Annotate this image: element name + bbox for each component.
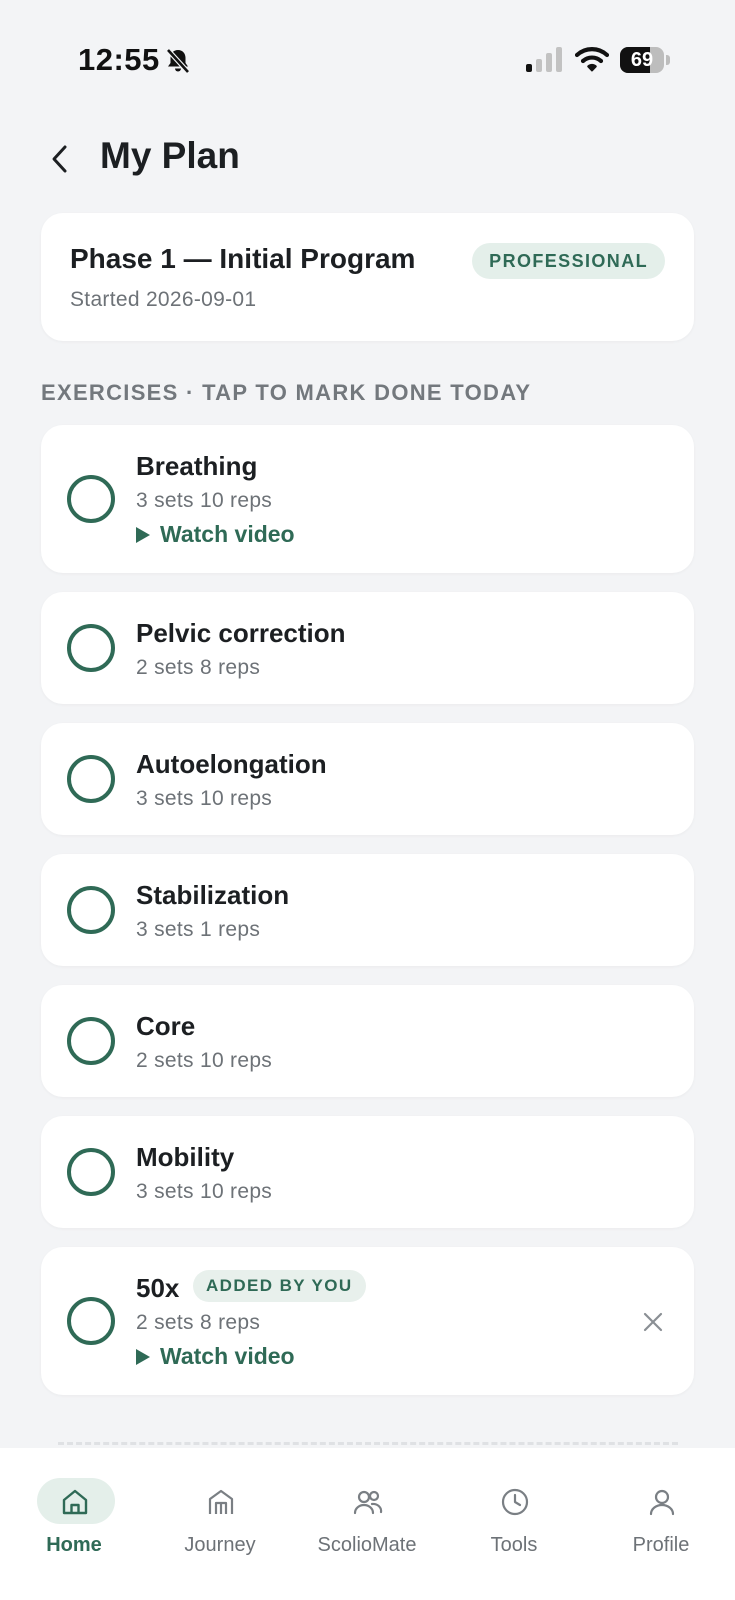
exercise-name: Breathing bbox=[136, 451, 258, 481]
done-checkbox[interactable] bbox=[67, 475, 115, 523]
plan-start-date: Started 2026-09-01 bbox=[70, 288, 257, 311]
chevron-left-icon bbox=[52, 145, 67, 173]
exercise-detail: 2 sets 8 reps bbox=[136, 656, 261, 679]
home-icon bbox=[62, 1489, 88, 1515]
status-bar: 12:55 69 bbox=[0, 0, 735, 120]
plan-card: Phase 1 — Initial Program Started 2026-0… bbox=[41, 213, 694, 341]
back-button[interactable] bbox=[40, 135, 80, 183]
exercise-name: Pelvic correction bbox=[136, 618, 346, 648]
battery-indicator: 69 bbox=[620, 47, 670, 73]
exercise-card[interactable]: Autoelongation 3 sets 10 reps bbox=[41, 723, 694, 835]
tab-label: Tools bbox=[490, 1534, 538, 1556]
exercise-name: Stabilization bbox=[136, 880, 290, 910]
tab-tools[interactable]: Tools bbox=[454, 1478, 574, 1568]
watch-video-link[interactable]: Watch video bbox=[136, 521, 295, 548]
tab-label: Home bbox=[46, 1534, 102, 1556]
wifi-icon bbox=[575, 47, 609, 72]
battery-percent: 69 bbox=[630, 49, 654, 71]
tab-label: Profile bbox=[632, 1534, 690, 1556]
play-icon bbox=[136, 1348, 150, 1365]
tab-bar: Home Journey ScolioMate Tools Profile bbox=[0, 1448, 735, 1600]
exercise-detail: 3 sets 10 reps bbox=[136, 787, 273, 810]
exercise-detail: 3 sets 10 reps bbox=[136, 489, 273, 512]
status-time: 12:55 bbox=[78, 42, 160, 77]
exercise-name: Autoelongation bbox=[136, 749, 327, 779]
exercise-name: Core bbox=[136, 1011, 196, 1041]
play-icon bbox=[136, 526, 150, 543]
divider bbox=[58, 1442, 678, 1445]
watch-video-link[interactable]: Watch video bbox=[136, 1343, 295, 1370]
clock-icon bbox=[501, 1488, 529, 1516]
tab-profile[interactable]: Profile bbox=[601, 1478, 721, 1568]
tab-home[interactable]: Home bbox=[14, 1478, 134, 1568]
people-icon bbox=[353, 1490, 383, 1515]
watch-video-label: Watch video bbox=[160, 521, 295, 547]
done-checkbox[interactable] bbox=[67, 624, 115, 672]
exercise-card[interactable]: Stabilization 3 sets 1 reps bbox=[41, 854, 694, 966]
bell-muted-icon bbox=[166, 48, 190, 74]
screen: 12:55 69 My Plan Phase 1 — Initial Progr… bbox=[0, 0, 735, 1600]
exercise-card[interactable]: Core 2 sets 10 reps bbox=[41, 985, 694, 1097]
exercise-detail: 2 sets 10 reps bbox=[136, 1049, 273, 1072]
page-title: My Plan bbox=[100, 135, 240, 176]
exercise-detail: 3 sets 1 reps bbox=[136, 918, 261, 941]
plan-title: Phase 1 — Initial Program bbox=[70, 243, 416, 274]
tab-label: ScolioMate bbox=[317, 1534, 417, 1556]
done-checkbox[interactable] bbox=[67, 886, 115, 934]
exercise-detail: 2 sets 8 reps bbox=[136, 1311, 261, 1334]
remove-exercise-button[interactable] bbox=[638, 1307, 668, 1337]
exercise-name: 50x bbox=[136, 1273, 180, 1303]
journey-icon bbox=[208, 1489, 234, 1514]
exercise-card[interactable]: Breathing 3 sets 10 reps Watch video bbox=[41, 425, 694, 573]
exercise-card[interactable]: Mobility 3 sets 10 reps bbox=[41, 1116, 694, 1228]
professional-badge: PROFESSIONAL bbox=[472, 243, 665, 279]
tab-journey[interactable]: Journey bbox=[160, 1478, 280, 1568]
watch-video-label: Watch video bbox=[160, 1343, 295, 1369]
exercise-card[interactable]: Pelvic correction 2 sets 8 reps bbox=[41, 592, 694, 704]
done-checkbox[interactable] bbox=[67, 1017, 115, 1065]
tab-scoliomate[interactable]: ScolioMate bbox=[307, 1478, 427, 1568]
exercise-name: Mobility bbox=[136, 1142, 235, 1172]
tab-label: Journey bbox=[184, 1534, 256, 1556]
exercises-section-header: EXERCISES · TAP TO MARK DONE TODAY bbox=[41, 380, 532, 405]
exercise-card[interactable]: 50x ADDED BY YOU 2 sets 8 reps Watch vid… bbox=[41, 1247, 694, 1395]
signal-icon bbox=[526, 47, 562, 72]
done-checkbox[interactable] bbox=[67, 1148, 115, 1196]
person-icon bbox=[649, 1489, 675, 1516]
added-by-you-badge: ADDED BY YOU bbox=[193, 1270, 366, 1302]
exercise-detail: 3 sets 10 reps bbox=[136, 1180, 273, 1203]
done-checkbox[interactable] bbox=[67, 1297, 115, 1345]
done-checkbox[interactable] bbox=[67, 755, 115, 803]
